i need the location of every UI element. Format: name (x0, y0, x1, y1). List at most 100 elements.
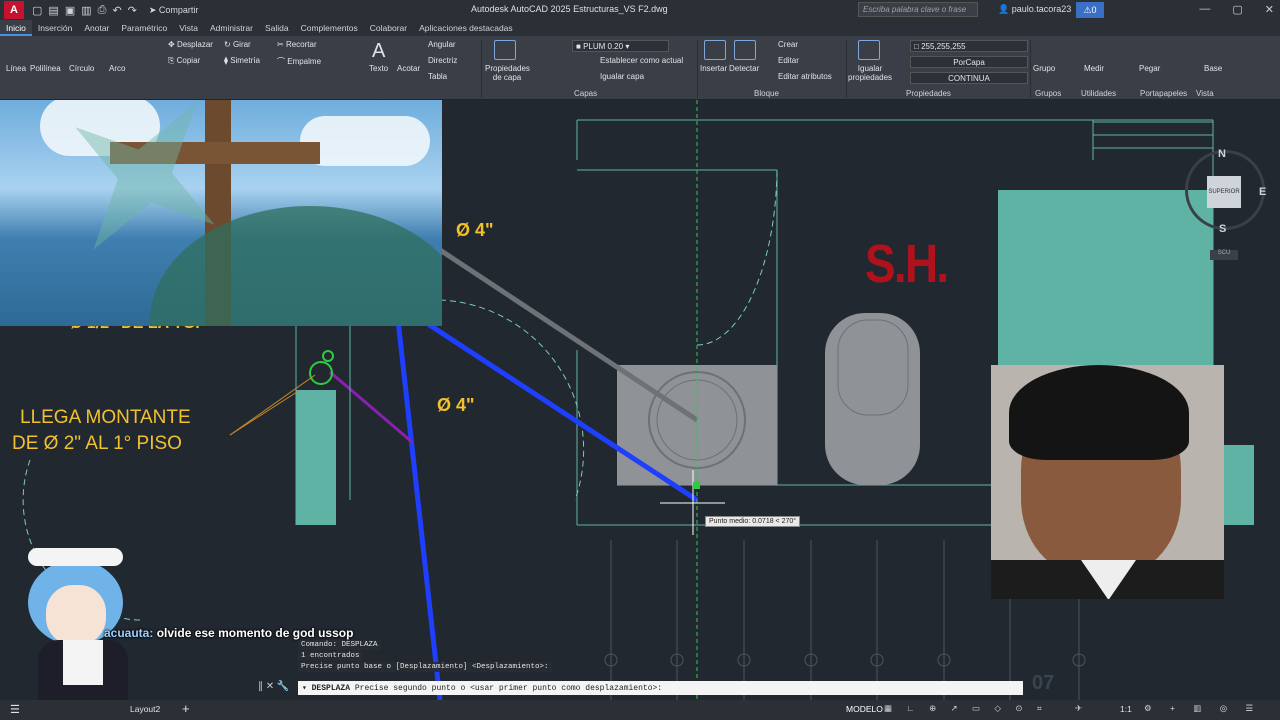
model-space-button[interactable]: MODELO (846, 704, 883, 714)
share-label: Compartir (158, 4, 199, 15)
text-icon[interactable]: A (372, 40, 385, 63)
set-current-button[interactable]: Establecer como actual (600, 56, 683, 65)
mirror-button[interactable]: ⧫ Simetría (224, 56, 260, 65)
view-panel-title[interactable]: Vista (1196, 89, 1214, 98)
line-button[interactable]: Línea (6, 64, 26, 73)
insert-icon[interactable] (704, 40, 726, 60)
clipboard-panel-title[interactable]: Portapapeles (1140, 89, 1187, 98)
groups-panel-title[interactable]: Grupos (1035, 89, 1061, 98)
layer-dropdown[interactable]: ■ PLUM 0.20 ▾ (572, 40, 669, 52)
layers-panel-title[interactable]: Capas (574, 89, 597, 98)
match-properties-icon[interactable] (858, 40, 880, 60)
fillet-button[interactable]: ⌒ Empalme (277, 56, 321, 67)
match-layer-button[interactable]: Igualar capa (600, 72, 644, 81)
paste-button[interactable]: Pegar (1139, 64, 1160, 73)
move-button[interactable]: ✥ Desplazar (168, 40, 213, 49)
leader-button[interactable]: Directriz (428, 56, 457, 65)
annotation-icon[interactable]: ✈ (1075, 703, 1082, 714)
wall-block (998, 190, 1213, 365)
share-button[interactable]: ➤ Compartir (149, 5, 199, 16)
tab-inicio[interactable]: Inicio (0, 20, 32, 36)
minimize-icon[interactable]: — (1199, 3, 1210, 16)
history-line: Precise punto base o [Desplazamiento] <D… (298, 662, 552, 672)
copy-button[interactable]: ⎘ Copiar (168, 56, 200, 66)
detect-button[interactable]: Detectar (729, 64, 759, 73)
rotate-button[interactable]: ↻ Girar (224, 40, 251, 49)
tab-insercion[interactable]: Inserción (32, 20, 79, 36)
undo-icon[interactable]: ↶ (112, 4, 121, 17)
dimension-button[interactable]: Acotar (397, 64, 420, 73)
ribbon: Línea Polilínea Círculo Arco ✥ Desplazar… (0, 36, 1280, 100)
tab-colaborar[interactable]: Colaborar (364, 20, 413, 36)
wcs-dropdown[interactable]: SCU (1210, 250, 1238, 260)
command-line-input[interactable]: ▾ DESPLAZA Precise segundo punto o <usar… (298, 681, 1023, 695)
edit-attributes-button[interactable]: Editar atributos (778, 72, 832, 81)
chat-text: olvide ese momento de god ussop (156, 626, 354, 640)
viewcube-top-face[interactable]: SUPERIOR (1207, 176, 1241, 208)
history-line: 1 encontrados (298, 651, 363, 661)
webcam-overlay (991, 365, 1224, 599)
polyline-button[interactable]: Polilínea (30, 64, 61, 73)
block-panel-title[interactable]: Bloque (754, 89, 779, 98)
group-button[interactable]: Grupo (1033, 64, 1055, 73)
table-button[interactable]: Tabla (428, 72, 447, 81)
trim-label: Recortar (285, 40, 317, 49)
scale-dropdown[interactable]: 1:1 (1120, 704, 1132, 714)
tab-parametrico[interactable]: Paramétrico (115, 20, 173, 36)
save-icon[interactable]: ▣ (65, 4, 75, 17)
command-name: DESPLAZA (311, 684, 351, 693)
tab-administrar[interactable]: Administrar (204, 20, 259, 36)
title-bar: A ▢ ▤ ▣ ▥ ⎙ ↶ ↷ ➤ Compartir Autodesk Aut… (0, 0, 1280, 20)
add-layout-icon[interactable]: + (182, 701, 190, 716)
insert-button[interactable]: Insertar (700, 64, 727, 73)
tab-aplicaciones[interactable]: Aplicaciones destacadas (413, 20, 519, 36)
layer-properties-icon[interactable] (494, 40, 516, 60)
angular-button[interactable]: Angular (428, 40, 456, 49)
layout-tab[interactable]: Layout2 (130, 704, 160, 714)
trim-button[interactable]: ✂ Recortar (277, 40, 317, 49)
notifications-badge[interactable]: ⚠ 0 (1076, 2, 1104, 18)
user-account[interactable]: 👤 paulo.tacora23 (998, 4, 1071, 15)
divider (846, 40, 847, 98)
detect-icon[interactable] (734, 40, 756, 60)
divider (481, 40, 482, 98)
app-menu-button[interactable]: A (4, 1, 24, 19)
divider (1030, 40, 1031, 98)
avatar-face (46, 585, 106, 645)
create-block-button[interactable]: Crear (778, 40, 798, 49)
linetype-dropdown[interactable]: PorCapa (910, 56, 1028, 68)
montante-circle (309, 361, 333, 385)
arc-button[interactable]: Arco (109, 64, 125, 73)
save-as-icon[interactable]: ▥ (81, 4, 91, 17)
menu-icon[interactable]: ☰ (10, 703, 20, 716)
drawing-canvas[interactable]: Ø 4" Ø 4" Ø 1/2" DE LA TG. LLEGA MONTANT… (0, 100, 1280, 700)
tab-vista[interactable]: Vista (173, 20, 204, 36)
lineweight-dropdown[interactable]: CONTINUA (910, 72, 1028, 84)
match-properties-button[interactable]: Igualar propiedades (848, 64, 892, 82)
note-line-2: DE Ø 2" AL 1° PISO (12, 433, 182, 454)
status-tools[interactable]: ⚙ + ▥ ◎ ☰ (1144, 703, 1261, 714)
new-icon[interactable]: ▢ (32, 4, 42, 17)
tab-salida[interactable]: Salida (259, 20, 295, 36)
properties-panel-title[interactable]: Propiedades (906, 89, 951, 98)
search-input[interactable]: Escriba palabra clave o frase (858, 2, 978, 17)
tab-anotar[interactable]: Anotar (78, 20, 115, 36)
redo-icon[interactable]: ↷ (128, 4, 137, 17)
layer-current: PLUM 0.20 (583, 42, 624, 51)
edit-block-button[interactable]: Editar (778, 56, 799, 65)
color-dropdown[interactable]: □ 255,255,255 (910, 40, 1028, 52)
drafting-toggles[interactable]: ▦ ∟ ⊕ ↗ ▭ ◇ ⊙ ⌗ (884, 703, 1048, 714)
utilities-panel-title[interactable]: Utilidades (1081, 89, 1116, 98)
maximize-icon[interactable]: ▢ (1232, 3, 1242, 16)
open-icon[interactable]: ▤ (48, 4, 58, 17)
circle-button[interactable]: Círculo (69, 64, 94, 73)
tab-complementos[interactable]: Complementos (295, 20, 364, 36)
base-button[interactable]: Base (1204, 64, 1222, 73)
text-button[interactable]: Texto (369, 64, 388, 73)
window-controls: — ▢ ✕ (1199, 3, 1274, 16)
print-icon[interactable]: ⎙ (98, 4, 107, 17)
close-icon[interactable]: ✕ (1265, 3, 1274, 16)
measure-button[interactable]: Medir (1084, 64, 1104, 73)
command-line-controls[interactable]: ∥ ✕ 🔧 (258, 681, 298, 695)
layer-properties-button[interactable]: Propiedades de capa (485, 64, 530, 82)
